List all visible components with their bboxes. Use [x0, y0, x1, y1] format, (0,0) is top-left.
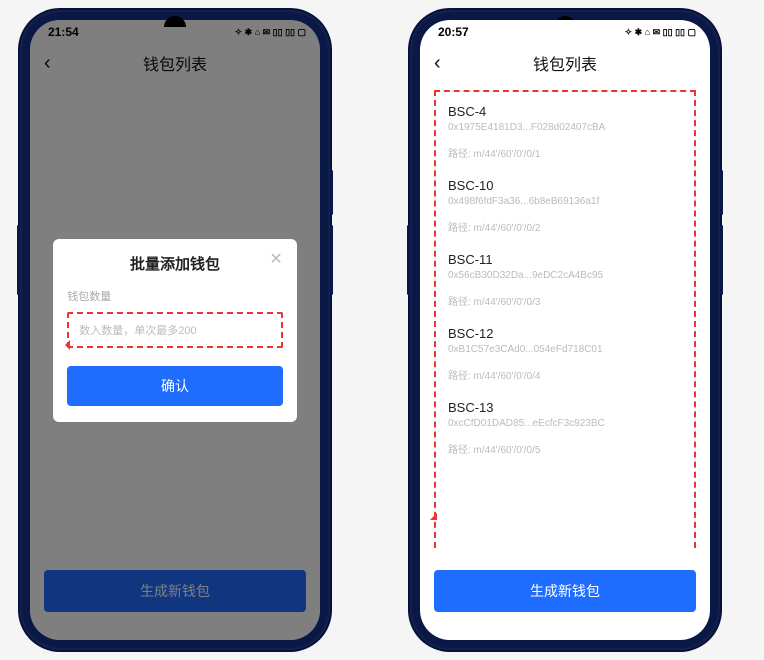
screen-right: 20:57 ✧ ✱ ⌂ ✉ ▯▯ ▯▯ ▢ ‹ 钱包列表 BSC-4 0x1975…	[420, 20, 710, 640]
wallet-path: 路径: m/44'/60'/0'/0/4	[448, 367, 682, 382]
modal-title: 批量添加钱包	[67, 253, 283, 274]
wallet-name: BSC-13	[448, 400, 682, 415]
wallet-name: BSC-10	[448, 178, 682, 193]
close-icon[interactable]: ✕	[269, 249, 282, 269]
phone-right: 20:57 ✧ ✱ ⌂ ✉ ▯▯ ▯▯ ▢ ‹ 钱包列表 BSC-4 0x1975…	[410, 10, 720, 650]
wallet-address: 0x56cB30D32Da...9eDC2cA4Bc95	[448, 270, 682, 281]
wallet-path: 路径: m/44'/60'/0'/0/3	[448, 293, 682, 308]
modal-field-label: 钱包数量	[67, 288, 283, 304]
wallet-address: 0x498f6fdF3a36...6b8eB69136a1f	[448, 196, 682, 207]
batch-add-modal: 批量添加钱包 ✕ 钱包数量 数入数量，单次最多200 确认	[53, 239, 297, 422]
generate-wallet-button[interactable]: 生成新钱包	[434, 570, 696, 612]
wallet-path: 路径: m/44'/60'/0'/0/1	[448, 145, 682, 160]
wallet-card[interactable]: BSC-11 0x56cB30D32Da...9eDC2cA4Bc95 路径: m/…	[446, 245, 684, 316]
quantity-input[interactable]: 数入数量，单次最多200	[67, 312, 283, 348]
wallet-name: BSC-11	[448, 252, 682, 267]
wallet-name: BSC-12	[448, 326, 682, 341]
wallet-address: 0xcCfD01DAD85...eEcfcF3c923BC	[448, 418, 682, 429]
wallet-card[interactable]: BSC-10 0x498f6fdF3a36...6b8eB69136a1f 路径: …	[446, 171, 684, 242]
wallet-card[interactable]: BSC-13 0xcCfD01DAD85...eEcfcF3c923BC 路径: m…	[446, 393, 684, 464]
modal-overlay[interactable]: 批量添加钱包 ✕ 钱包数量 数入数量，单次最多200 确认	[30, 20, 320, 640]
status-icons: ✧ ✱ ⌂ ✉ ▯▯ ▯▯ ▢	[625, 28, 696, 37]
wallet-name: BSC-4	[448, 104, 682, 119]
wallet-address: 0xB1C57e3CAd0...054eFd718C01	[448, 344, 682, 355]
statusbar: 20:57 ✧ ✱ ⌂ ✉ ▯▯ ▯▯ ▢	[420, 20, 710, 44]
page-title: 钱包列表	[533, 51, 597, 75]
wallet-card[interactable]: BSC-12 0xB1C57e3CAd0...054eFd718C01 路径: m/…	[446, 319, 684, 390]
status-time: 20:57	[438, 25, 469, 39]
back-icon[interactable]: ‹	[434, 52, 441, 75]
wallet-card[interactable]: BSC-4 0x1975E4181D3...F028d02407cBA 路径: m/…	[446, 98, 684, 168]
navbar: ‹ 钱包列表	[420, 44, 710, 82]
phone-left: 21:54 ✧ ✱ ⌂ ✉ ▯▯ ▯▯ ▢ ‹ 钱包列表 生成新钱包 批量添加钱…	[20, 10, 330, 650]
confirm-button[interactable]: 确认	[67, 366, 283, 406]
wallet-list: BSC-4 0x1975E4181D3...F028d02407cBA 路径: m/…	[434, 90, 696, 548]
wallet-path: 路径: m/44'/60'/0'/0/2	[448, 219, 682, 234]
wallet-address: 0x1975E4181D3...F028d02407cBA	[448, 122, 682, 133]
callout-arrow-icon	[60, 340, 70, 350]
wallet-path: 路径: m/44'/60'/0'/0/5	[448, 441, 682, 456]
wallet-list-area: BSC-4 0x1975E4181D3...F028d02407cBA 路径: m/…	[420, 82, 710, 560]
